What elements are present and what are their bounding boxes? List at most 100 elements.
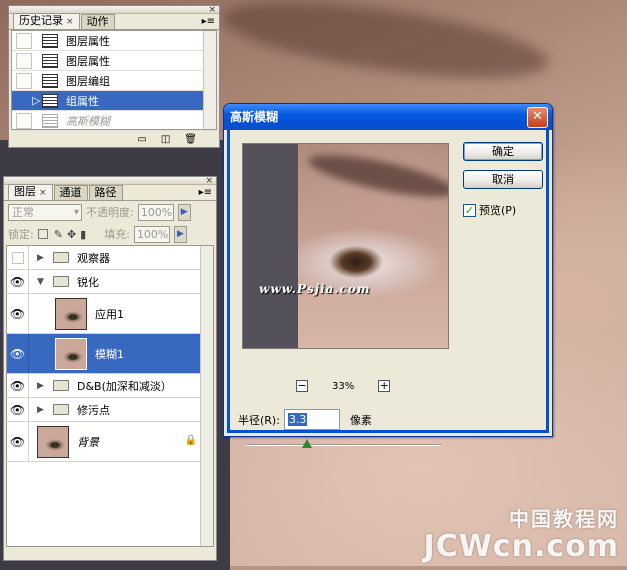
- snapshot-source-box[interactable]: [16, 32, 32, 49]
- snapshot-source-box[interactable]: [16, 72, 32, 89]
- history-item[interactable]: 图层属性: [12, 31, 216, 51]
- opacity-slider-button[interactable]: ▶: [177, 203, 191, 221]
- preview-label: 预览(P): [479, 204, 517, 217]
- expand-arrow-icon[interactable]: ▶: [37, 381, 49, 391]
- visibility-toggle[interactable]: 👁: [7, 422, 29, 461]
- history-step-icon: [42, 113, 58, 128]
- tab-channels[interactable]: 通道: [53, 185, 88, 200]
- zoom-out-button[interactable]: −: [296, 380, 308, 392]
- preview-option[interactable]: ✓ 预览(P): [463, 202, 516, 218]
- panel-menu-icon[interactable]: ▸≡: [202, 16, 215, 27]
- gaussian-blur-dialog: 高斯模糊 ✕ www.Psjia.com − 33% + 确定 取消 ✓ 预览(…: [223, 103, 553, 448]
- layers-list: ▶ 观察器 👁 ▼ 锐化 👁 应用1 👁 模糊1 👁 ▶ D&B(加深和减淡）: [6, 245, 214, 547]
- history-panel: × 历史记录 × 动作 ▸≡ 图层属性 图层属性 图层编组 ▷ 组属性 高斯模糊…: [8, 5, 220, 148]
- history-item[interactable]: 图层属性: [12, 51, 216, 71]
- eye-icon: 👁: [9, 402, 26, 417]
- history-item-label: 图层属性: [66, 34, 110, 48]
- tab-layers[interactable]: 图层 ×: [8, 184, 53, 200]
- history-item-selected[interactable]: ▷ 组属性: [12, 91, 216, 111]
- layer-row-background[interactable]: 👁 背景 🔒: [7, 422, 213, 462]
- folder-icon: [53, 276, 69, 287]
- layer-row[interactable]: 👁 应用1: [7, 294, 213, 334]
- preview-image[interactable]: www.Psjia.com: [242, 143, 449, 349]
- preview-checkbox[interactable]: ✓: [463, 203, 476, 217]
- close-icon[interactable]: ×: [39, 188, 47, 198]
- history-step-icon: [42, 53, 58, 68]
- visibility-toggle[interactable]: 👁: [7, 294, 29, 333]
- zoom-in-button[interactable]: +: [378, 380, 391, 392]
- hidden-box: [11, 251, 24, 264]
- snapshot-icon[interactable]: ◫: [161, 134, 170, 145]
- eyebrow-shape: [217, 0, 553, 93]
- panel-menu-icon[interactable]: ▸≡: [199, 187, 212, 198]
- close-button[interactable]: ✕: [527, 107, 548, 128]
- new-document-icon[interactable]: ▭: [137, 134, 146, 145]
- expand-arrow-icon[interactable]: ▶: [37, 253, 49, 263]
- dialog-titlebar[interactable]: 高斯模糊 ✕: [224, 104, 552, 130]
- visibility-toggle[interactable]: 👁: [7, 398, 29, 421]
- layer-name: D&B(加深和减淡）: [77, 379, 172, 393]
- lock-all-icon[interactable]: ▮: [80, 228, 86, 241]
- visibility-toggle[interactable]: 👁: [7, 270, 29, 293]
- tab-history[interactable]: 历史记录 ×: [13, 13, 80, 29]
- layer-group-row[interactable]: 👁 ▶ 修污点: [7, 398, 213, 422]
- lock-image-icon[interactable]: ✎: [54, 228, 63, 241]
- tab-actions[interactable]: 动作: [80, 14, 115, 29]
- radius-input[interactable]: 3.3: [283, 409, 340, 430]
- blend-row: 正常 不透明度: 100% ▶: [4, 201, 216, 223]
- blend-mode-select[interactable]: 正常: [8, 203, 82, 221]
- visibility-toggle[interactable]: 👁: [7, 334, 29, 373]
- collapse-arrow-icon[interactable]: ▼: [37, 277, 49, 287]
- history-item-label: 图层编组: [66, 74, 110, 88]
- expand-arrow-icon[interactable]: ▶: [37, 405, 49, 415]
- history-state-arrow-icon[interactable]: ▷: [32, 94, 40, 107]
- folder-icon: [53, 252, 69, 263]
- fill-input[interactable]: 100%: [133, 225, 170, 243]
- history-item-label: 图层属性: [66, 54, 110, 68]
- snapshot-source-box[interactable]: [16, 92, 32, 109]
- snapshot-source-box[interactable]: [16, 52, 32, 69]
- trash-icon[interactable]: 🗑: [184, 134, 197, 145]
- folder-icon: [53, 404, 69, 415]
- fill-slider-button[interactable]: ▶: [173, 225, 187, 243]
- layer-name: 锐化: [77, 275, 99, 289]
- history-item[interactable]: 图层编组: [12, 71, 216, 91]
- layer-name: 背景: [77, 435, 99, 449]
- ok-button[interactable]: 确定: [463, 142, 543, 161]
- history-item-label: 高斯模糊: [66, 114, 110, 128]
- slider-thumb[interactable]: [302, 439, 312, 448]
- layer-group-row[interactable]: 👁 ▼ 锐化: [7, 270, 213, 294]
- visibility-toggle[interactable]: 👁: [7, 374, 29, 397]
- history-item-undone[interactable]: 高斯模糊: [12, 111, 216, 131]
- close-icon[interactable]: ×: [66, 17, 74, 27]
- history-step-icon: [42, 93, 58, 108]
- layer-group-row[interactable]: 👁 ▶ D&B(加深和减淡）: [7, 374, 213, 398]
- history-item-label: 组属性: [66, 94, 99, 108]
- layer-name: 应用1: [95, 307, 124, 321]
- layer-group-row[interactable]: ▶ 观察器: [7, 246, 213, 270]
- layers-panel: × 图层× 通道 路径 ▸≡ 正常 不透明度: 100% ▶ 锁定: ✎ ✥ ▮…: [3, 176, 217, 561]
- history-step-icon: [42, 73, 58, 88]
- zoom-controls: − 33% +: [296, 380, 391, 392]
- eye-icon: 👁: [9, 346, 26, 361]
- lock-row: 锁定: ✎ ✥ ▮ 填充: 100% ▶: [4, 223, 216, 245]
- layer-name: 观察器: [77, 251, 110, 265]
- tab-paths[interactable]: 路径: [88, 185, 123, 200]
- opacity-label: 不透明度:: [86, 206, 134, 219]
- visibility-toggle[interactable]: [7, 246, 29, 269]
- dialog-title: 高斯模糊: [230, 110, 279, 124]
- layer-row-selected[interactable]: 👁 模糊1: [7, 334, 213, 374]
- layer-thumbnail: [37, 425, 69, 458]
- history-scrollbar[interactable]: [203, 31, 216, 129]
- layers-scrollbar[interactable]: [200, 246, 213, 546]
- cancel-button[interactable]: 取消: [463, 170, 543, 189]
- lock-position-icon[interactable]: ✥: [67, 228, 76, 241]
- radius-label: 半径(R):: [238, 413, 280, 427]
- history-step-icon: [42, 33, 58, 48]
- zoom-level: 33%: [332, 380, 355, 392]
- lock-transparency-icon[interactable]: [37, 229, 48, 239]
- dialog-body: www.Psjia.com − 33% + 确定 取消 ✓ 预览(P) 半径(R…: [227, 130, 549, 448]
- radius-slider[interactable]: [246, 439, 441, 448]
- snapshot-source-box[interactable]: [16, 112, 32, 129]
- opacity-input[interactable]: 100%: [137, 203, 174, 221]
